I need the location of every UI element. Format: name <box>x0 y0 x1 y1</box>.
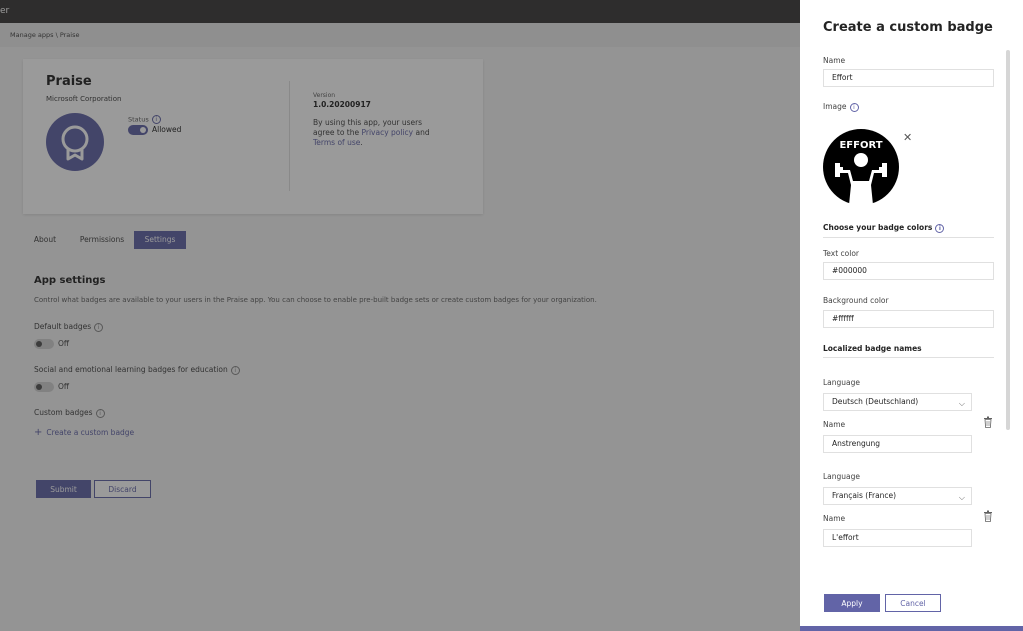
panel-scrollbar[interactable] <box>1006 50 1010 430</box>
badge-image-text: EFFORT <box>839 140 882 151</box>
localized-names-heading: Localized badge names <box>823 344 922 353</box>
language-label: Language <box>823 472 861 481</box>
background-color-input[interactable]: #ffffff <box>823 310 994 328</box>
delete-icon[interactable] <box>983 416 993 428</box>
info-icon[interactable]: i <box>935 223 945 233</box>
language-select[interactable]: Français (France) ⌵ <box>823 487 972 505</box>
localized-name-label: Name <box>823 420 846 429</box>
image-label: Image i <box>823 102 859 112</box>
chevron-down-icon: ⌵ <box>958 493 965 502</box>
language-label: Language <box>823 378 861 387</box>
section-divider <box>823 357 994 358</box>
text-color-input[interactable]: #000000 <box>823 262 994 280</box>
modal-overlay[interactable] <box>0 0 800 631</box>
localized-name-label: Name <box>823 514 846 523</box>
chevron-down-icon: ⌵ <box>958 399 965 408</box>
background-color-label: Background color <box>823 296 889 305</box>
apply-button[interactable]: Apply <box>824 594 880 612</box>
cancel-button[interactable]: Cancel <box>885 594 941 612</box>
panel-title: Create a custom badge <box>823 20 993 35</box>
info-icon[interactable]: i <box>849 102 859 112</box>
remove-image-icon[interactable]: ✕ <box>903 131 912 144</box>
badge-name-label: Name <box>823 56 846 65</box>
localized-name-input[interactable]: Anstrengung <box>823 435 972 453</box>
badge-name-input[interactable]: Effort <box>823 69 994 87</box>
localized-name-input[interactable]: L'effort <box>823 529 972 547</box>
badge-weightlifter-icon: EFFORT <box>823 129 899 205</box>
badge-colors-heading: Choose your badge colors i <box>823 223 945 233</box>
section-divider <box>823 237 994 238</box>
language-select[interactable]: Deutsch (Deutschland) ⌵ <box>823 393 972 411</box>
panel-bottom-accent <box>800 626 1023 631</box>
delete-icon[interactable] <box>983 510 993 522</box>
create-badge-panel: Create a custom badge Name Effort Image i… <box>800 0 1023 631</box>
text-color-label: Text color <box>823 249 860 258</box>
badge-image-preview: EFFORT <box>823 129 899 205</box>
